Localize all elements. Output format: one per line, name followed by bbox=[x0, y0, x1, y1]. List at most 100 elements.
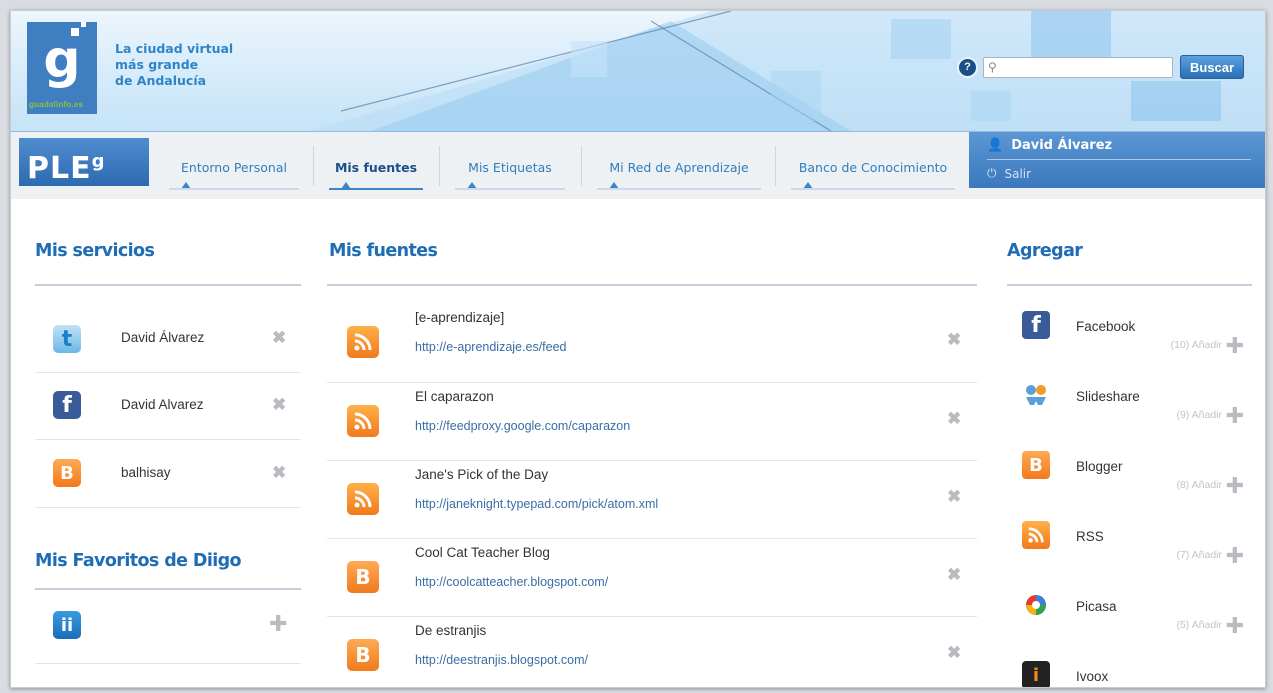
blogger-icon: B bbox=[1022, 451, 1050, 479]
item-divider bbox=[35, 663, 301, 664]
tab-entorno-personal[interactable]: Entorno Personal bbox=[169, 144, 299, 196]
add-title: Agregar bbox=[1007, 241, 1083, 261]
feed-item: El caparazon http://feedproxy.google.com… bbox=[327, 383, 977, 460]
tab-label: Mis fuentes bbox=[334, 160, 418, 175]
tab-label: Mi Red de Aprendizaje bbox=[609, 160, 749, 175]
diigo-rule bbox=[35, 588, 301, 590]
user-name: David Álvarez bbox=[1011, 138, 1113, 153]
add-service-name: RSS bbox=[1076, 529, 1104, 544]
feed-url[interactable]: http://janeknight.typepad.com/pick/atom.… bbox=[415, 497, 658, 511]
blogger-icon: B bbox=[53, 459, 81, 487]
tab-mi-red-de-aprendizaje[interactable]: Mi Red de Aprendizaje bbox=[597, 144, 761, 196]
add-service-count: (5) Añadir bbox=[1176, 619, 1222, 631]
tab-label: Banco de Conocimiento bbox=[798, 160, 948, 175]
tab-mis-fuentes[interactable]: Mis fuentes bbox=[329, 144, 423, 196]
facebook-icon: f bbox=[53, 391, 81, 419]
feeds-rule bbox=[327, 284, 977, 286]
remove-icon[interactable]: ✖ bbox=[947, 643, 961, 663]
service-name: balhisay bbox=[121, 465, 171, 480]
feed-item: [e-aprendizaje] http://e-aprendizaje.es/… bbox=[327, 304, 977, 381]
add-icon[interactable]: ✚ bbox=[1226, 613, 1244, 639]
add-service-count: (9) Añadir bbox=[1176, 409, 1222, 421]
add-icon[interactable]: ✚ bbox=[269, 611, 287, 637]
service-item: t David Álvarez ✖ bbox=[35, 306, 300, 372]
feed-url[interactable]: http://coolcatteacher.blogspot.com/ bbox=[415, 575, 608, 589]
logout-link[interactable]: ⏻ Salir bbox=[987, 166, 1031, 181]
feed-url[interactable]: http://deestranjis.blogspot.com/ bbox=[415, 653, 588, 667]
site-tagline: La ciudad virtual más grande de Andalucí… bbox=[115, 41, 233, 89]
logo-subtext: guadalinfo.es bbox=[29, 100, 84, 109]
tab-pointer-icon bbox=[467, 182, 477, 189]
add-service-item[interactable]: RSS (7) Añadir ✚ bbox=[1016, 513, 1256, 583]
brand-text: PLE bbox=[27, 151, 92, 186]
ple-brand[interactable]: PLEg bbox=[19, 138, 149, 186]
add-service-name: Slideshare bbox=[1076, 389, 1140, 404]
add-icon[interactable]: ✚ bbox=[1226, 403, 1244, 429]
tab-banco-de-conocimiento[interactable]: Banco de Conocimiento bbox=[791, 144, 955, 196]
add-service-count: (7) Añadir bbox=[1176, 549, 1222, 561]
user-info[interactable]: 👤 David Álvarez bbox=[987, 138, 1112, 153]
tab-mis-etiquetas[interactable]: Mis Etiquetas bbox=[455, 144, 565, 196]
user-icon: 👤 bbox=[987, 138, 1004, 153]
search-field[interactable]: ⚲ bbox=[983, 56, 1173, 78]
site-header: g guadalinfo.es La ciudad virtual más gr… bbox=[11, 11, 1265, 131]
tab-pointer-icon bbox=[341, 182, 351, 189]
search-icon: ⚲ bbox=[988, 60, 997, 74]
rss-icon bbox=[347, 326, 379, 358]
service-name: David Alvarez bbox=[121, 397, 204, 412]
add-icon[interactable]: ✚ bbox=[1226, 543, 1244, 569]
item-divider bbox=[35, 507, 301, 508]
add-service-item[interactable]: B Blogger (8) Añadir ✚ bbox=[1016, 443, 1256, 513]
remove-icon[interactable]: ✖ bbox=[272, 395, 286, 415]
rss-icon bbox=[347, 483, 379, 515]
add-service-item[interactable]: Picasa (5) Añadir ✚ bbox=[1016, 583, 1256, 653]
remove-icon[interactable]: ✖ bbox=[272, 328, 286, 348]
picasa-icon bbox=[1022, 591, 1050, 619]
feed-url[interactable]: http://e-aprendizaje.es/feed bbox=[415, 340, 567, 354]
remove-icon[interactable]: ✖ bbox=[947, 409, 961, 429]
add-service-name: Facebook bbox=[1076, 319, 1136, 334]
feed-item: B De estranjis http://deestranjis.blogsp… bbox=[327, 617, 977, 687]
rss-icon bbox=[1022, 521, 1050, 549]
logo-dot bbox=[81, 22, 86, 27]
search-button[interactable]: Buscar bbox=[1180, 55, 1245, 79]
feed-title: [e-aprendizaje] bbox=[415, 310, 505, 325]
guadalinfo-logo[interactable]: g guadalinfo.es bbox=[27, 22, 97, 114]
feed-title: El caparazon bbox=[415, 389, 494, 404]
feed-url[interactable]: http://feedproxy.google.com/caparazon bbox=[415, 419, 630, 433]
remove-icon[interactable]: ✖ bbox=[947, 565, 961, 585]
app-window: g guadalinfo.es La ciudad virtual más gr… bbox=[10, 10, 1266, 688]
tab-divider bbox=[775, 146, 776, 186]
add-service-item[interactable]: Slideshare (9) Añadir ✚ bbox=[1016, 373, 1256, 443]
blogger-icon: B bbox=[347, 639, 379, 671]
twitter-icon: t bbox=[53, 325, 81, 353]
help-icon[interactable]: ? bbox=[957, 56, 978, 78]
add-service-name: Ivoox bbox=[1076, 669, 1109, 684]
search-input[interactable] bbox=[996, 58, 1157, 76]
remove-icon[interactable]: ✖ bbox=[272, 463, 286, 483]
remove-icon[interactable]: ✖ bbox=[947, 487, 961, 507]
facebook-icon: f bbox=[1022, 311, 1050, 339]
user-panel: 👤 David Álvarez ⏻ Salir bbox=[969, 132, 1265, 188]
tab-label: Mis Etiquetas bbox=[468, 160, 552, 175]
feed-title: Jane's Pick of the Day bbox=[415, 467, 549, 482]
add-service-item[interactable]: f Facebook (10) Añadir ✚ bbox=[1016, 303, 1256, 373]
services-title: Mis servicios bbox=[35, 241, 155, 261]
service-item: f David Alvarez ✖ bbox=[35, 373, 300, 439]
feed-item: Jane's Pick of the Day http://janeknight… bbox=[327, 461, 977, 538]
add-icon[interactable]: ✚ bbox=[1226, 333, 1244, 359]
add-service-count: (8) Añadir bbox=[1176, 479, 1222, 491]
add-service-name: Blogger bbox=[1076, 459, 1123, 474]
remove-icon[interactable]: ✖ bbox=[947, 330, 961, 350]
ivoox-icon: i bbox=[1022, 661, 1050, 687]
tab-label: Entorno Personal bbox=[181, 160, 287, 175]
add-service-item[interactable]: i Ivoox bbox=[1016, 653, 1256, 687]
add-icon[interactable]: ✚ bbox=[1226, 473, 1244, 499]
add-service-count: (10) Añadir bbox=[1170, 339, 1222, 351]
feed-title: De estranjis bbox=[415, 623, 487, 638]
tagline-line: más grande bbox=[115, 57, 199, 72]
tab-pointer-icon bbox=[803, 182, 813, 189]
logo-letter: g bbox=[43, 30, 81, 90]
service-item: B balhisay ✖ bbox=[35, 441, 300, 507]
services-rule bbox=[35, 284, 301, 286]
